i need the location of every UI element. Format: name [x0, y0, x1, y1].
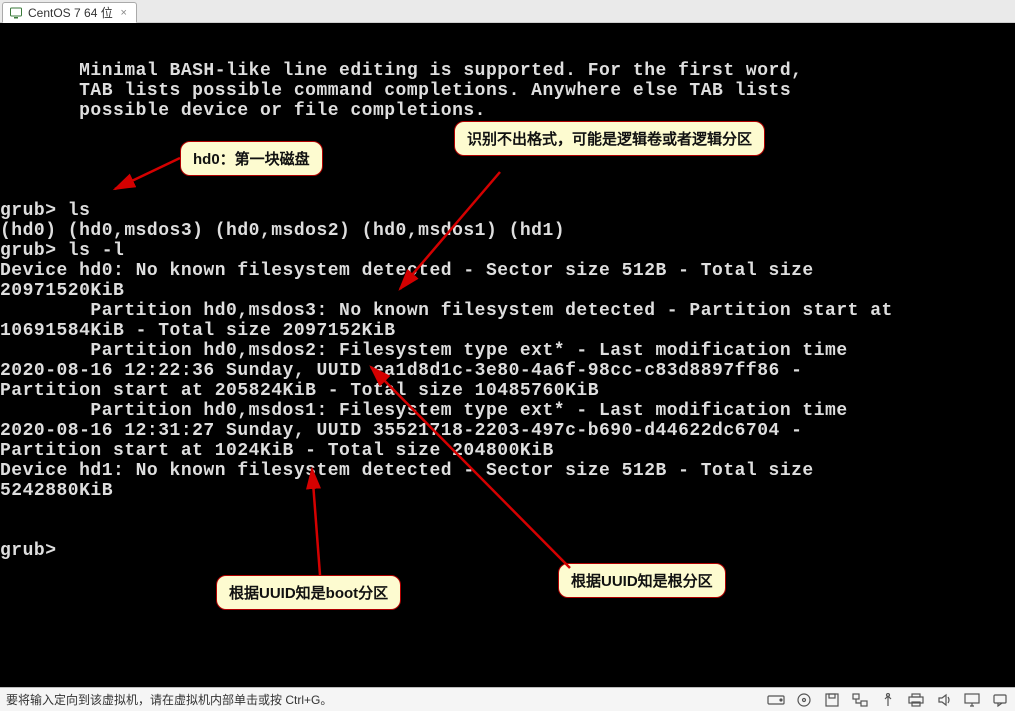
callout-boot-partition: 根据UUID知是boot分区 — [216, 575, 401, 610]
tab-label: CentOS 7 64 位 — [28, 4, 113, 21]
status-icons — [767, 693, 1009, 707]
callout-root-partition: 根据UUID知是根分区 — [558, 563, 726, 598]
vm-icon — [9, 6, 23, 20]
close-icon[interactable]: × — [118, 7, 130, 19]
callout-root-text: 根据UUID知是根分区 — [571, 573, 713, 590]
cd-icon[interactable] — [795, 693, 813, 707]
message-icon[interactable] — [991, 693, 1009, 707]
printer-icon[interactable] — [907, 693, 925, 707]
sound-icon[interactable] — [935, 693, 953, 707]
status-bar: 要将输入定向到该虚拟机，请在虚拟机内部单击或按 Ctrl+G。 — [0, 687, 1015, 711]
callout-unknown-format-text: 识别不出格式，可能是逻辑卷或者逻辑分区 — [467, 131, 752, 148]
usb-icon[interactable] — [879, 693, 897, 707]
tab-centos[interactable]: CentOS 7 64 位 × — [2, 2, 137, 23]
terminal-area[interactable]: Minimal BASH-like line editing is suppor… — [0, 23, 1015, 687]
vm-window: CentOS 7 64 位 × Minimal BASH-like line e… — [0, 0, 1015, 711]
floppy-icon[interactable] — [823, 693, 841, 707]
status-hint: 要将输入定向到该虚拟机，请在虚拟机内部单击或按 Ctrl+G。 — [6, 691, 332, 708]
hdd-icon[interactable] — [767, 693, 785, 707]
display-icon[interactable] — [963, 693, 981, 707]
network-icon[interactable] — [851, 693, 869, 707]
callout-hd0-text: hd0：第一块磁盘 — [193, 151, 310, 168]
callout-hd0: hd0：第一块磁盘 — [180, 141, 323, 176]
callout-unknown-format: 识别不出格式，可能是逻辑卷或者逻辑分区 — [454, 121, 765, 156]
callout-boot-text: 根据UUID知是boot分区 — [229, 585, 388, 602]
tab-bar: CentOS 7 64 位 × — [0, 0, 1015, 23]
